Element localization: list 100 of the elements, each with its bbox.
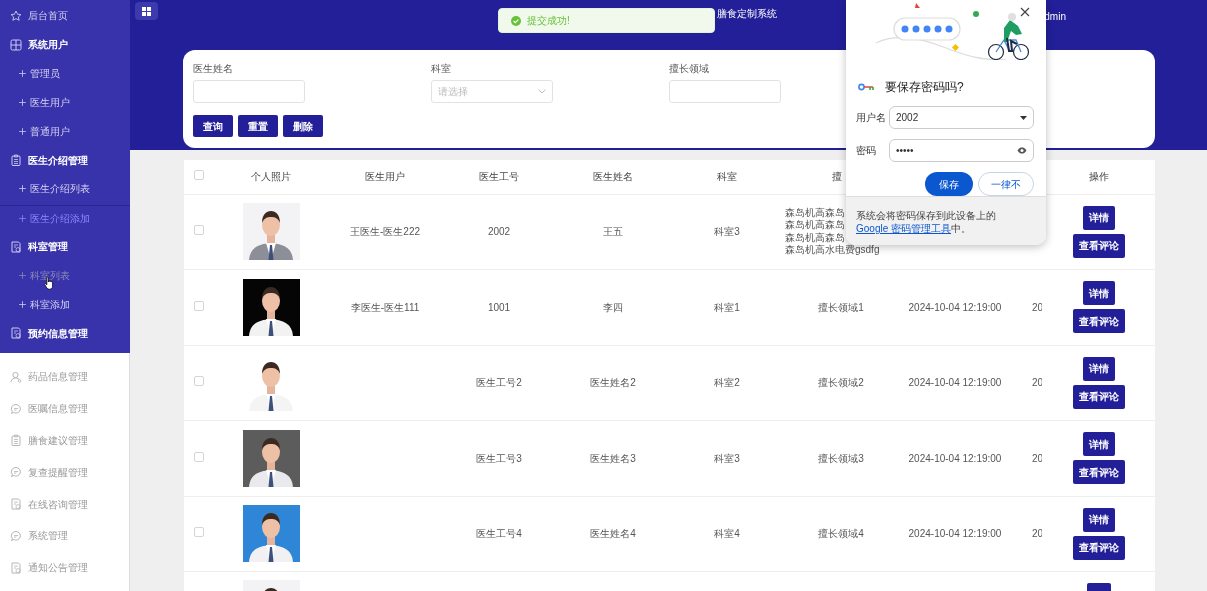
action-button[interactable]: 查看评论 (1072, 384, 1125, 409)
plus-icon (18, 299, 27, 309)
table-cell: 李医生-医生111 (350, 301, 420, 313)
grid-icon (142, 6, 151, 16)
sidebar-subitem[interactable]: 医生介绍列表 (30, 181, 90, 197)
sidebar-item[interactable]: 后台首页 (28, 8, 68, 24)
column-header: 科室 (717, 171, 737, 183)
field-label: 科室 (431, 62, 452, 75)
table-cell: 擅长领域3 (818, 452, 864, 464)
field-label: 用户名 (856, 111, 887, 125)
action-button[interactable]: 查看评论 (1072, 309, 1125, 334)
username-dropdown[interactable]: 2002 (889, 106, 1034, 129)
sidebar-subitem[interactable]: 普通用户 (30, 123, 70, 139)
action-button[interactable]: 详情 (1082, 507, 1115, 532)
sidebar-item[interactable]: 科室管理 (28, 239, 68, 255)
toast-message: 提交成功! (527, 14, 570, 28)
sidebar-item[interactable]: 系统用户 (28, 37, 68, 53)
column-header: 擅 (832, 171, 842, 183)
action-button[interactable]: 详情 (1082, 281, 1115, 306)
table-cell: 2024-10-04 12:19:00 (908, 528, 1002, 540)
chat-icon (10, 402, 22, 415)
table-cell: 2024-10-04 12:19:00 (908, 301, 1002, 313)
dropdown-arrow-icon (1020, 115, 1027, 120)
table-cell: 王医生-医生222 (350, 226, 420, 238)
table-cell: 医生姓名2 (590, 377, 636, 389)
action-button[interactable]: 查看评论 (1072, 460, 1125, 485)
table-cell: 2024-10-04 12:19:00 (908, 377, 1002, 389)
action-button[interactable]: 查看评论 (1072, 233, 1125, 258)
save-button[interactable]: 保存 (925, 172, 973, 196)
checkbox[interactable] (194, 170, 204, 181)
eye-icon[interactable] (1017, 147, 1027, 154)
table-cell: 李四 (603, 301, 623, 313)
table-cell: 20 (1032, 377, 1042, 389)
sidebar-item[interactable]: 医生介绍管理 (28, 152, 88, 168)
checkbox[interactable] (194, 300, 204, 311)
table-cell: 医生工号4 (476, 528, 522, 540)
table-cell: 擅长领域4 (818, 528, 864, 540)
clipboard-icon (10, 434, 22, 447)
plus-icon (18, 97, 27, 107)
table-cell: 医生工号3 (476, 452, 522, 464)
document-icon (10, 561, 22, 574)
table-cell-text: 森岛机高森岛 (784, 206, 845, 219)
input-field[interactable] (193, 80, 305, 103)
input-field[interactable] (669, 80, 781, 103)
table-cell: 医生工号2 (476, 377, 522, 389)
table-cell: 森岛机高森岛 (784, 219, 845, 232)
action-button[interactable]: 查看评论 (1072, 535, 1125, 560)
action-button[interactable]: 查询 (193, 115, 233, 137)
table-cell: 科室4 (714, 528, 740, 540)
action-button[interactable]: 重置 (238, 115, 278, 137)
chevron-down-icon (538, 89, 546, 94)
checkbox[interactable] (194, 451, 204, 462)
key-icon (858, 83, 875, 91)
table-cell: 20 (1032, 301, 1042, 313)
dialog-title: 要保存密码吗? (885, 79, 964, 96)
table-cell: 森岛机高水电费gsdfg (784, 244, 880, 257)
menu-button[interactable] (135, 2, 158, 20)
person-icon (10, 370, 22, 383)
password-field[interactable]: ••••• (889, 139, 1034, 162)
plus-icon (18, 270, 27, 280)
document-icon (10, 327, 22, 340)
checkbox[interactable] (194, 527, 204, 538)
table-cell: 医生姓名4 (590, 528, 636, 540)
action-button[interactable]: 详情 (1082, 432, 1115, 457)
table-cell: 擅长领域1 (818, 301, 864, 313)
password-manager-link[interactable]: Google 密码管理工具 (856, 223, 952, 234)
footer-note: 系统会将密码保存到此设备上的 Google 密码管理工具中。 (846, 196, 1046, 245)
plus-icon (18, 213, 27, 223)
close-button[interactable] (1018, 5, 1032, 19)
table-cell-text: 森岛机高森岛 (784, 231, 845, 244)
field-label: 医生姓名 (193, 62, 234, 75)
table-cell: 科室2 (714, 377, 740, 389)
chat-icon (10, 529, 22, 542)
column-header: 医生用户 (365, 171, 405, 183)
checkbox[interactable] (194, 376, 204, 387)
table-cell: 1001 (487, 301, 511, 313)
action-button[interactable]: 详情 (1082, 205, 1115, 230)
plus-icon (18, 69, 27, 79)
table-cell: 20 (1032, 452, 1042, 464)
field-label: 擅长领域 (669, 62, 710, 75)
plus-icon (18, 184, 27, 194)
app-title: 膳食定制系统 (717, 7, 777, 21)
document-icon (10, 240, 22, 253)
table-cell: 擅长领域2 (818, 377, 864, 389)
sidebar-subitem[interactable]: 科室添加 (30, 296, 70, 312)
action-button[interactable]: 删除 (283, 115, 323, 137)
plus-icon (18, 126, 27, 136)
checkbox[interactable] (194, 225, 204, 236)
never-button[interactable]: 一律不 (978, 172, 1034, 196)
sidebar-subitem[interactable]: 医生用户 (30, 94, 70, 110)
sidebar-item[interactable]: 预约信息管理 (28, 325, 88, 341)
table-cell: 科室1 (714, 301, 740, 313)
table-cell: 科室3 (714, 452, 740, 464)
action-button[interactable]: 详情 (1082, 356, 1115, 381)
column-header: 操作 (1088, 171, 1109, 183)
table-cell: 2024-10-04 12:19:00 (908, 452, 1002, 464)
table-cell: 20 (1032, 528, 1042, 540)
column-header: 医生工号 (479, 171, 519, 183)
sidebar-subitem[interactable]: 管理员 (30, 66, 60, 82)
clipboard-icon (10, 154, 22, 167)
